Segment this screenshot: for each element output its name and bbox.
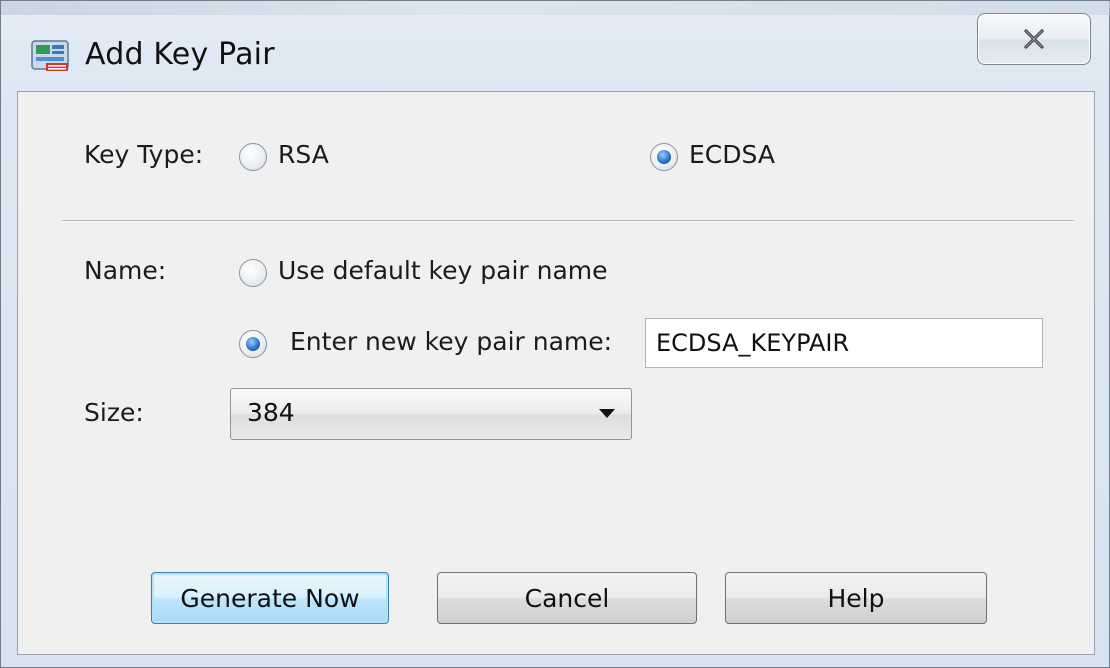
key-pair-app-icon — [31, 40, 69, 71]
dialog-content: Key Type: RSA ECDSA Name: Use default ke… — [17, 91, 1095, 655]
size-dropdown-value: 384 — [247, 398, 295, 427]
radio-enter-new-name[interactable] — [239, 330, 267, 358]
chevron-down-icon — [599, 409, 615, 418]
radio-ecdsa[interactable] — [650, 143, 678, 171]
title-bar: Add Key Pair — [1, 1, 1110, 85]
help-button[interactable]: Help — [725, 572, 987, 624]
name-label: Name: — [84, 256, 167, 285]
size-label: Size: — [84, 398, 144, 427]
radio-use-default-name-label[interactable]: Use default key pair name — [278, 256, 608, 285]
radio-use-default-name[interactable] — [239, 259, 267, 287]
close-icon — [1024, 29, 1044, 49]
radio-enter-new-name-label[interactable]: Enter new key pair name: — [290, 327, 612, 356]
dialog-title: Add Key Pair — [85, 37, 275, 72]
radio-ecdsa-label[interactable]: ECDSA — [689, 140, 775, 169]
key-pair-name-input[interactable] — [645, 318, 1043, 368]
close-button[interactable] — [977, 13, 1091, 65]
size-dropdown[interactable]: 384 — [230, 388, 632, 440]
generate-now-button[interactable]: Generate Now — [151, 572, 389, 624]
radio-rsa-label[interactable]: RSA — [278, 140, 329, 169]
radio-rsa[interactable] — [239, 143, 267, 171]
add-key-pair-dialog: Add Key Pair Key Type: RSA ECDSA Name: U… — [0, 0, 1110, 668]
separator-line — [62, 220, 1074, 222]
key-type-label: Key Type: — [84, 140, 204, 169]
cancel-button[interactable]: Cancel — [437, 572, 697, 624]
